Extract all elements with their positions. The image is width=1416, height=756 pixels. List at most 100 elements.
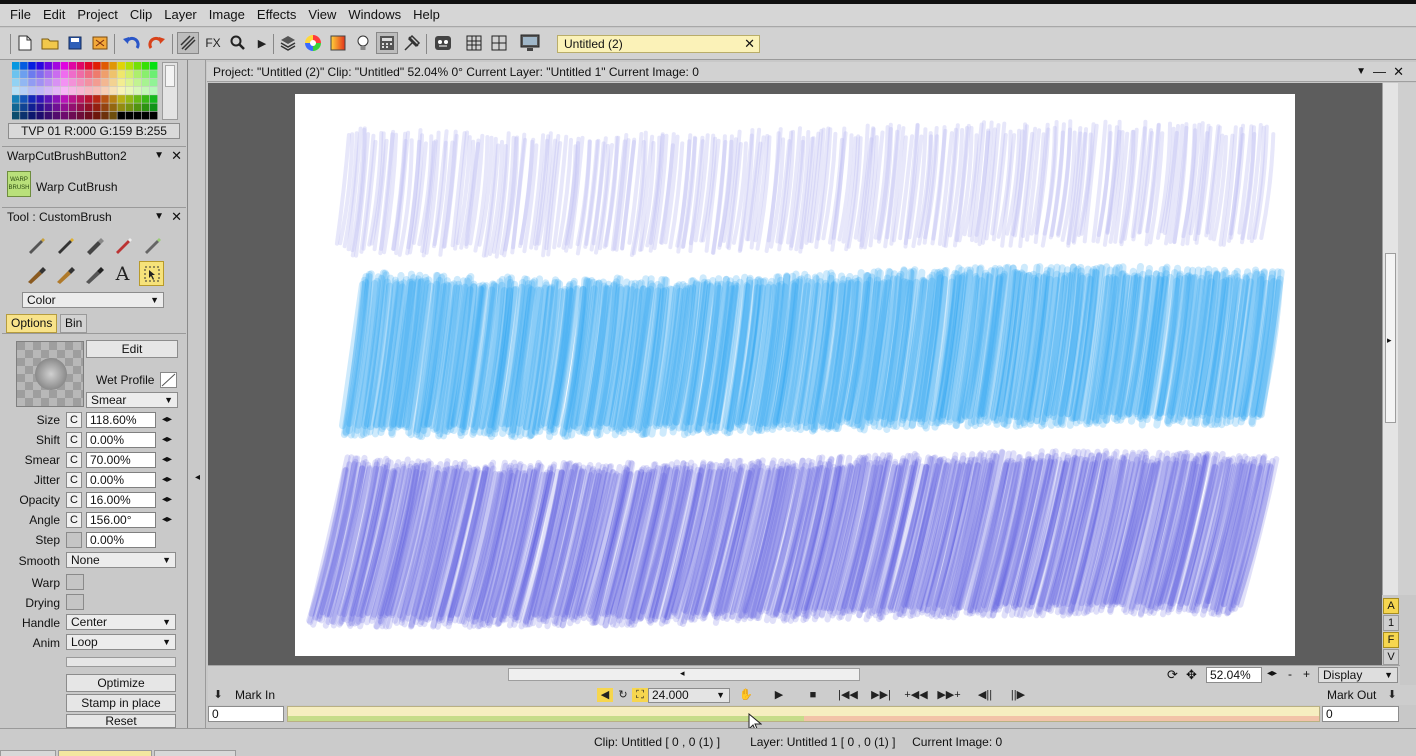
- first-frame-icon[interactable]: |◀◀: [838, 688, 858, 702]
- play-triangle-icon[interactable]: ▶: [251, 32, 273, 54]
- palette-swatch[interactable]: [44, 86, 52, 95]
- menu-edit[interactable]: Edit: [37, 4, 71, 26]
- panel-splitter[interactable]: ◂: [189, 60, 206, 728]
- palette-swatch[interactable]: [76, 111, 85, 120]
- handle-select[interactable]: Center ▼: [66, 614, 176, 630]
- warp-checkbox[interactable]: [66, 574, 84, 590]
- lightbulb-icon[interactable]: [352, 32, 374, 54]
- side-button-a[interactable]: A: [1383, 598, 1399, 614]
- palette-swatch[interactable]: [44, 70, 52, 78]
- palette-swatch[interactable]: [20, 103, 28, 112]
- close-icon[interactable]: ✕: [744, 36, 755, 52]
- side-button-1[interactable]: 1: [1383, 615, 1399, 631]
- color-wheel-icon[interactable]: [302, 32, 324, 54]
- palette-swatch[interactable]: [85, 70, 93, 78]
- palette-swatch[interactable]: [125, 62, 134, 70]
- edit-button[interactable]: Edit: [86, 340, 178, 358]
- bottom-tab[interactable]: [0, 750, 56, 756]
- fps-select[interactable]: 24.000 ▼: [648, 688, 730, 703]
- palette-swatch[interactable]: [12, 103, 20, 112]
- mark-in-label[interactable]: Mark In: [235, 688, 275, 702]
- pen-tool-icon[interactable]: [52, 232, 77, 257]
- palette-swatch[interactable]: [109, 86, 117, 95]
- stepper-arrows-icon[interactable]: ◂▸: [162, 492, 172, 508]
- menu-file[interactable]: File: [4, 4, 37, 26]
- palette-swatch[interactable]: [101, 62, 109, 70]
- palette-swatch[interactable]: [68, 103, 77, 112]
- param-value-field[interactable]: 0.00%: [86, 432, 156, 448]
- palette-swatch[interactable]: [52, 78, 61, 87]
- palette-swatch[interactable]: [12, 111, 20, 120]
- paint-brush-tool-icon[interactable]: [110, 232, 135, 257]
- palette-swatch[interactable]: [109, 111, 117, 120]
- palette-swatch[interactable]: [149, 103, 158, 112]
- palette-swatch[interactable]: [36, 95, 44, 103]
- mark-in-field[interactable]: 0: [208, 706, 284, 722]
- reset-button[interactable]: Reset: [66, 714, 176, 728]
- export-icon[interactable]: [89, 32, 111, 54]
- next-key-icon[interactable]: ▶▶+: [936, 688, 962, 702]
- palette-swatch[interactable]: [93, 103, 101, 112]
- palette-swatch[interactable]: [109, 95, 117, 103]
- palette-swatch[interactable]: [149, 95, 158, 103]
- airbrush-tool-icon[interactable]: [81, 232, 106, 257]
- param-c-toggle[interactable]: C: [66, 452, 82, 468]
- calculator-icon[interactable]: [376, 32, 398, 54]
- palette-swatch[interactable]: [117, 70, 125, 78]
- warp-brush-label[interactable]: Warp CutBrush: [36, 180, 118, 194]
- palette-swatch[interactable]: [109, 103, 117, 112]
- palette-swatch[interactable]: [117, 103, 125, 112]
- menu-help[interactable]: Help: [407, 4, 446, 26]
- speaker-icon[interactable]: ◀: [597, 688, 613, 702]
- custom-brush-tool-icon[interactable]: [139, 261, 164, 286]
- palette-swatch[interactable]: [44, 95, 52, 103]
- palette-swatch[interactable]: [125, 111, 134, 120]
- stepper-arrows-icon[interactable]: ◂▸: [162, 472, 172, 488]
- palette-swatch[interactable]: [36, 86, 44, 95]
- palette-swatch[interactable]: [36, 78, 44, 87]
- palette-swatch[interactable]: [117, 86, 125, 95]
- palette-swatch[interactable]: [60, 70, 69, 78]
- palette-swatch[interactable]: [44, 111, 52, 120]
- palette-swatch[interactable]: [28, 78, 36, 87]
- bottom-tab[interactable]: [154, 750, 236, 756]
- palette-swatch[interactable]: [93, 111, 101, 120]
- palette-swatch[interactable]: [141, 70, 150, 78]
- palette-swatch[interactable]: [36, 62, 44, 70]
- param-c-toggle[interactable]: C: [66, 472, 82, 488]
- palette-swatch[interactable]: [68, 78, 77, 87]
- palette-swatch[interactable]: [117, 78, 125, 87]
- close-icon[interactable]: ✕: [1393, 62, 1404, 82]
- display-select[interactable]: Display ▼: [1318, 667, 1398, 683]
- stepper-arrows-icon[interactable]: ◂▸: [162, 512, 172, 528]
- monitor-icon[interactable]: [519, 32, 541, 54]
- palette-swatch[interactable]: [141, 78, 150, 87]
- param-c-toggle[interactable]: C: [66, 492, 82, 508]
- flat-brush-tool-icon[interactable]: [81, 261, 106, 286]
- stepper-arrows-icon[interactable]: ◂▸: [162, 432, 172, 448]
- palette-swatch[interactable]: [141, 111, 150, 120]
- palette-swatch[interactable]: [93, 70, 101, 78]
- play-icon[interactable]: ▶: [771, 688, 787, 702]
- redo-icon[interactable]: [146, 32, 168, 54]
- palette-swatch[interactable]: [101, 78, 109, 87]
- palette-swatch[interactable]: [85, 103, 93, 112]
- palette-swatch[interactable]: [109, 78, 117, 87]
- param-value-field[interactable]: 16.00%: [86, 492, 156, 508]
- palette-swatch[interactable]: [109, 70, 117, 78]
- stamp-in-place-button[interactable]: Stamp in place: [66, 694, 176, 712]
- side-button-v[interactable]: V: [1383, 649, 1399, 665]
- menu-project[interactable]: Project: [71, 4, 123, 26]
- stepper-arrows-icon[interactable]: ◂▸: [162, 412, 172, 428]
- color-palette[interactable]: [12, 62, 158, 120]
- stop-icon[interactable]: ■: [805, 688, 821, 702]
- palette-swatch[interactable]: [85, 95, 93, 103]
- pin-icon[interactable]: [401, 32, 423, 54]
- param-value-field[interactable]: 0.00%: [86, 532, 156, 548]
- palette-swatch[interactable]: [101, 103, 109, 112]
- zoom-out-button[interactable]: -: [1288, 667, 1292, 681]
- tab-options[interactable]: Options: [6, 314, 58, 333]
- palette-swatch[interactable]: [20, 111, 28, 120]
- palette-swatch[interactable]: [20, 95, 28, 103]
- palette-swatch[interactable]: [125, 95, 134, 103]
